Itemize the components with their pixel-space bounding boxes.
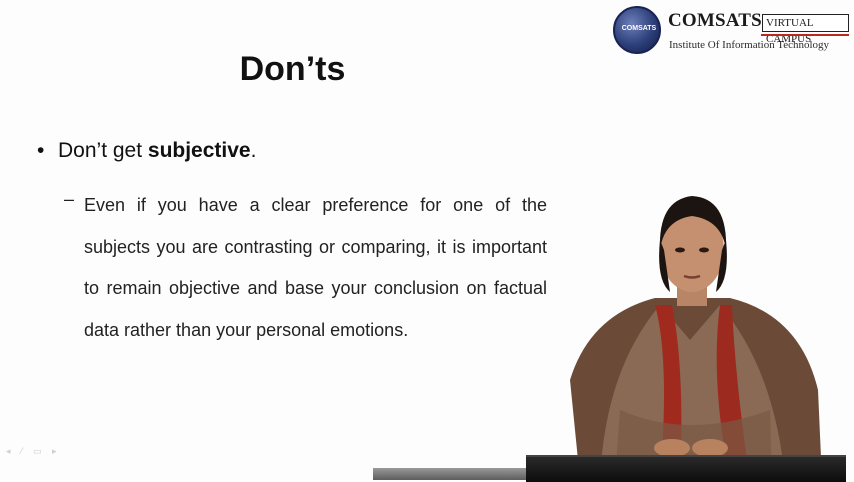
comsats-emblem-icon: COMSATS — [613, 6, 661, 54]
logo-badge: VIRTUAL CAMPUS — [762, 14, 849, 45]
podium — [526, 455, 846, 482]
bullet-suffix: . — [250, 139, 257, 162]
presentation-slide: COMSATS COMSATS VIRTUAL CAMPUS Institute… — [0, 0, 854, 482]
bullet-emphasis: subjective — [147, 139, 251, 162]
emblem-text: COMSATS — [621, 25, 657, 32]
logo-name: COMSATS — [668, 10, 762, 31]
comsats-logo: COMSATS COMSATS VIRTUAL CAMPUS Institute… — [613, 4, 849, 56]
slide-nav-controls-icon: ◂ ⁄ ▭ ▸ — [6, 446, 61, 456]
sub-bullet-marker: – — [64, 189, 75, 209]
bullet-text: Don’t get subjective. — [58, 139, 256, 163]
desk-edge — [373, 468, 533, 480]
presenter-figure-icon — [570, 196, 822, 480]
slide-title: Don’ts — [239, 50, 346, 88]
bullet-marker: • — [37, 139, 45, 162]
bullet-prefix: Don’t get — [58, 139, 148, 162]
sub-bullet-text: Even if you have a clear preference for … — [84, 195, 547, 340]
logo-divider — [761, 34, 849, 36]
logo-subtitle: Institute Of Information Technology — [669, 39, 830, 51]
